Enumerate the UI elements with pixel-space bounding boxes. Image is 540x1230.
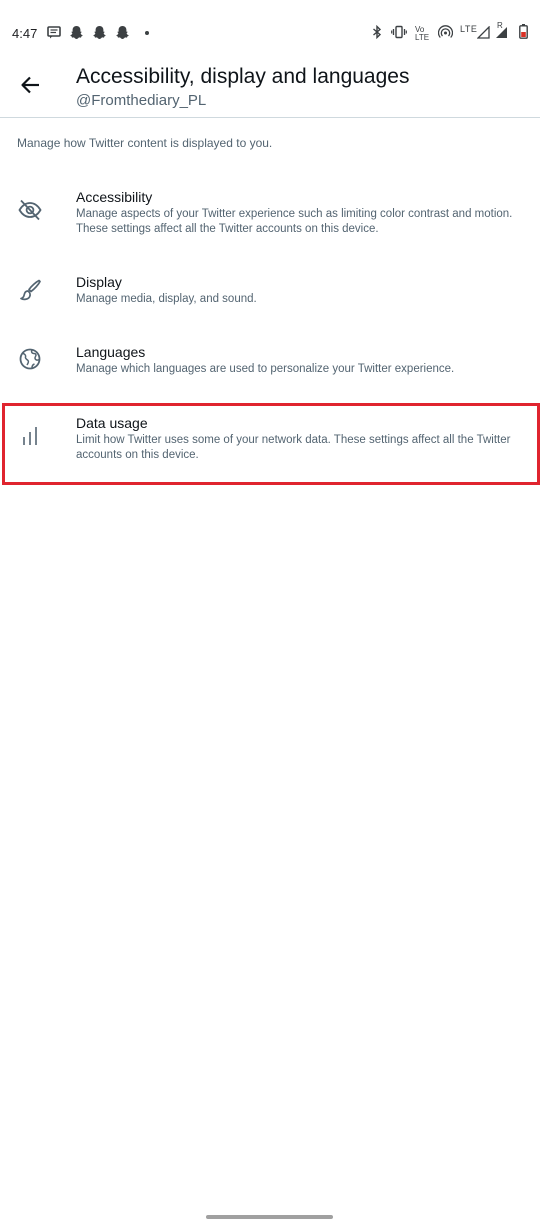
arrow-left-icon xyxy=(20,76,40,99)
item-title: Accessibility xyxy=(76,189,153,205)
battery-icon xyxy=(519,24,528,44)
paintbrush-icon xyxy=(16,276,44,304)
item-description: Manage aspects of your Twitter experienc… xyxy=(76,208,513,235)
item-title: Languages xyxy=(76,344,146,360)
volte-label-bottom: LTE xyxy=(415,33,430,42)
bluetooth-icon xyxy=(372,24,382,44)
item-title: Data usage xyxy=(76,415,148,431)
lte-label: LTE xyxy=(460,24,478,34)
more-notifications-dot xyxy=(145,31,149,35)
home-indicator[interactable] xyxy=(206,1215,333,1219)
settings-item-accessibility[interactable]: Accessibility Manage aspects of your Twi… xyxy=(0,188,540,252)
eye-slash-icon xyxy=(16,196,44,224)
snapchat-icon xyxy=(69,25,84,45)
data-usage-icon xyxy=(16,422,44,450)
snapchat-icon xyxy=(115,25,130,45)
status-bar: 4:47 Vo LTE LTE R xyxy=(0,0,540,64)
settings-item-languages[interactable]: Languages Manage which languages are use… xyxy=(0,343,540,393)
header: Accessibility, display and languages @Fr… xyxy=(0,64,540,118)
globe-icon xyxy=(16,345,44,373)
lte-signal-icon xyxy=(476,25,490,44)
settings-item-display[interactable]: Display Manage media, display, and sound… xyxy=(0,273,540,323)
status-time: 4:47 xyxy=(12,26,38,41)
item-description: Manage which languages are used to perso… xyxy=(76,363,455,375)
page-title: Accessibility, display and languages xyxy=(76,65,410,88)
hotspot-icon xyxy=(437,25,454,44)
item-title: Display xyxy=(76,274,122,290)
signal-icon xyxy=(495,26,508,44)
vibrate-icon xyxy=(391,25,407,44)
volte-icon: Vo LTE xyxy=(415,26,429,42)
message-icon xyxy=(47,26,61,44)
snapchat-icon xyxy=(92,25,107,45)
back-button[interactable] xyxy=(14,74,46,100)
settings-item-data-usage[interactable]: Data usage Limit how Twitter uses some o… xyxy=(0,414,540,464)
item-description: Limit how Twitter uses some of your netw… xyxy=(76,434,511,461)
item-description: Manage media, display, and sound. xyxy=(76,293,257,305)
intro-text: Manage how Twitter content is displayed … xyxy=(17,136,273,150)
account-handle: @Fromthediary_PL xyxy=(76,92,207,109)
